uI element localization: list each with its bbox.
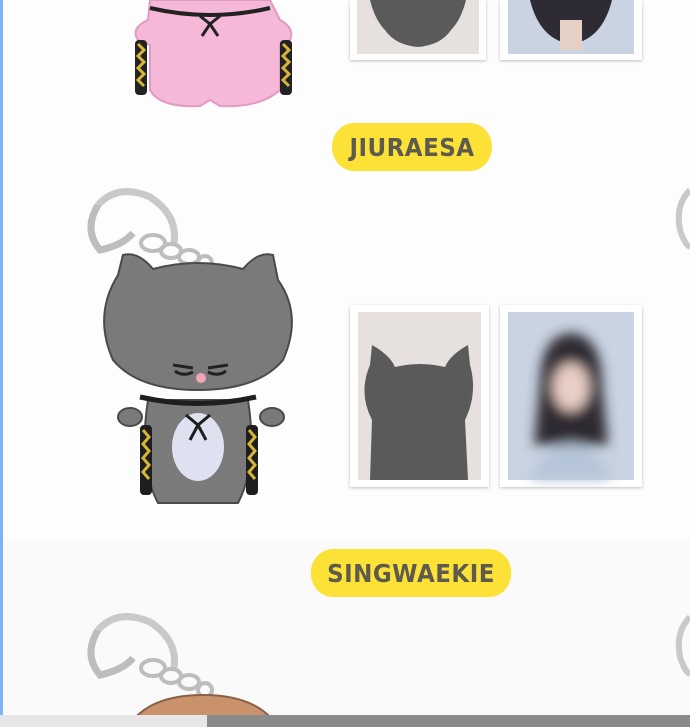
member-name-jiuraesa: JIURAESA	[331, 123, 493, 171]
photo-card	[500, 305, 642, 487]
horizontal-scrollbar-thumb[interactable]	[207, 715, 690, 727]
member-name-singwaekie: SINGWAEKIE	[310, 549, 512, 597]
photo-card-top	[500, 0, 642, 60]
silhouette-card	[350, 305, 489, 487]
gray-cat-keyring	[87, 188, 293, 504]
pink-keyring-figure	[134, 0, 293, 108]
keyring-clasp-partial-bottom	[675, 614, 690, 677]
keyring-clasp-partial	[675, 187, 690, 250]
keyring-partial	[87, 613, 280, 727]
silhouette-card-top	[350, 0, 486, 60]
